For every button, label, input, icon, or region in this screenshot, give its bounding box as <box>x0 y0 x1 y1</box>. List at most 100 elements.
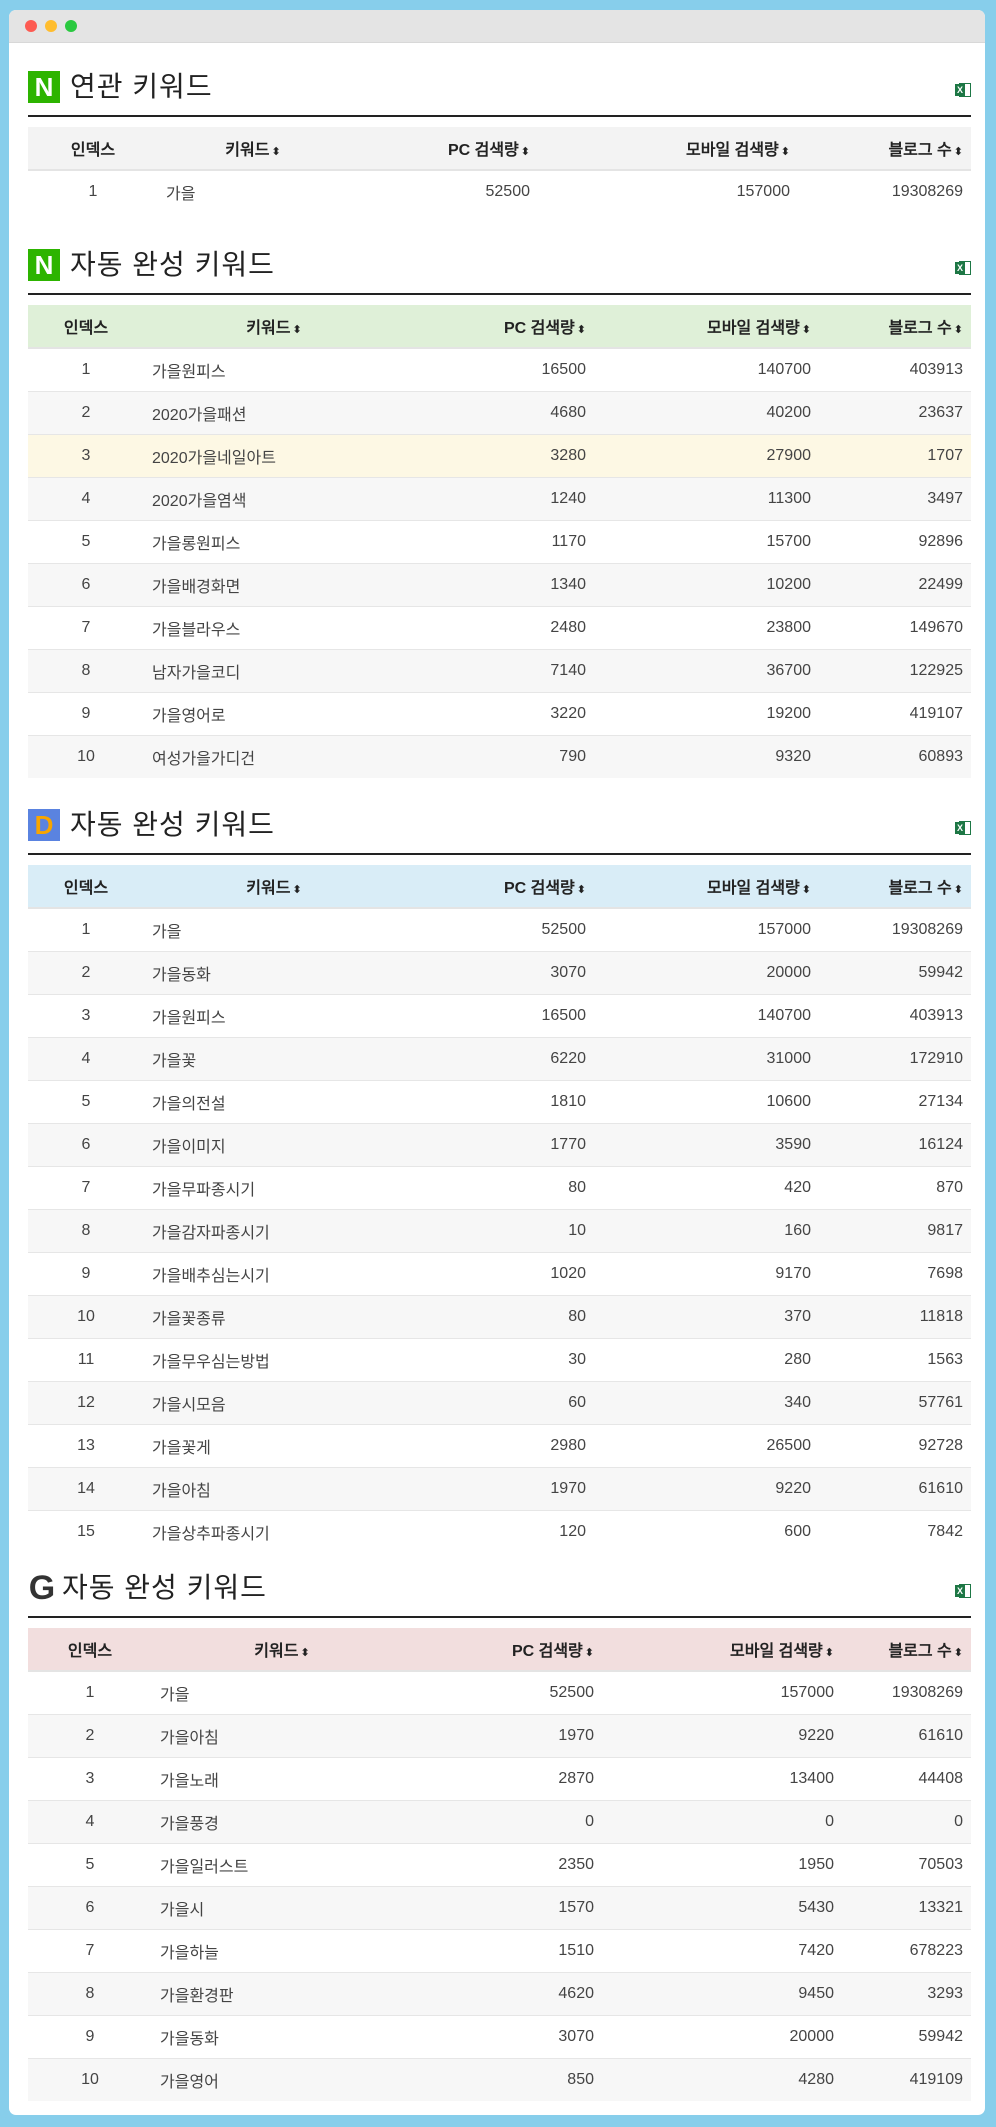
table-row: 7 가을블라우스 2480 23800 149670 <box>28 606 971 650</box>
cell-pc-volume: 2480 <box>404 606 594 650</box>
sort-icon[interactable]: ⬍ <box>300 1647 309 1659</box>
sort-icon[interactable]: ⬍ <box>802 324 811 336</box>
sort-icon[interactable]: ⬍ <box>292 324 301 336</box>
cell-keyword: 가을 <box>144 907 404 952</box>
sort-icon[interactable]: ⬍ <box>292 884 301 896</box>
close-window-button[interactable] <box>25 20 37 32</box>
cell-blog-count: 3497 <box>819 477 971 521</box>
keyword-table: 인덱스 키워드 ⬍ PC 검색량 ⬍ 모바일 검색량 ⬍ 블로그 수 ⬍ 1 가을 5250… <box>28 865 971 1553</box>
cell-index: 7 <box>28 606 144 650</box>
cell-keyword: 가을배추심는시기 <box>144 1252 404 1296</box>
sort-icon[interactable]: ⬍ <box>954 146 963 158</box>
cell-keyword: 가을무우심는방법 <box>144 1338 404 1382</box>
cell-blog-count: 59942 <box>819 951 971 995</box>
table-row: 11 가을무우심는방법 30 280 1563 <box>28 1338 971 1382</box>
column-header-blog[interactable]: 블로그 수 ⬍ <box>819 305 971 349</box>
cell-index: 1 <box>28 169 158 213</box>
column-header-mobile[interactable]: 모바일 검색량 ⬍ <box>594 305 819 349</box>
cell-blog-count: 13321 <box>842 1886 971 1930</box>
column-header-keyword[interactable]: 키워드 ⬍ <box>144 305 404 349</box>
cell-keyword: 가을아침 <box>152 1714 412 1758</box>
sort-icon[interactable]: ⬍ <box>954 884 963 896</box>
keyword-table: 인덱스 키워드 ⬍ PC 검색량 ⬍ 모바일 검색량 ⬍ 블로그 수 ⬍ 1 가을원피스 1… <box>28 305 971 778</box>
column-header-index: 인덱스 <box>28 127 158 171</box>
cell-mobile-volume: 26500 <box>594 1424 819 1468</box>
column-header-mobile[interactable]: 모바일 검색량 ⬍ <box>594 865 819 909</box>
table-row: 1 가을 52500 157000 19308269 <box>28 169 971 213</box>
cell-pc-volume: 2350 <box>412 1843 602 1887</box>
cell-keyword: 가을감자파종시기 <box>144 1209 404 1253</box>
cell-pc-volume: 2870 <box>412 1757 602 1801</box>
cell-index: 8 <box>28 1209 144 1253</box>
cell-pc-volume: 1170 <box>404 520 594 564</box>
sort-icon[interactable]: ⬍ <box>585 1647 594 1659</box>
column-header-mobile[interactable]: 모바일 검색량 ⬍ <box>602 1628 842 1672</box>
sort-icon[interactable]: ⬍ <box>802 884 811 896</box>
cell-keyword: 가을원피스 <box>144 994 404 1038</box>
cell-mobile-volume: 160 <box>594 1209 819 1253</box>
cell-keyword: 가을영어로 <box>144 692 404 736</box>
cell-keyword: 가을환경판 <box>152 1972 412 2016</box>
cell-mobile-volume: 10600 <box>594 1080 819 1124</box>
sort-icon[interactable]: ⬍ <box>271 146 280 158</box>
column-header-keyword[interactable]: 키워드 ⬍ <box>158 127 348 171</box>
column-header-keyword[interactable]: 키워드 ⬍ <box>144 865 404 909</box>
minimize-window-button[interactable] <box>45 20 57 32</box>
cell-mobile-volume: 36700 <box>594 649 819 693</box>
naver-logo-icon: N <box>28 71 60 103</box>
column-header-blog[interactable]: 블로그 수 ⬍ <box>842 1628 971 1672</box>
cell-pc-volume: 7140 <box>404 649 594 693</box>
cell-blog-count: 61610 <box>842 1714 971 1758</box>
sort-icon[interactable]: ⬍ <box>521 146 530 158</box>
cell-keyword: 2020가을네일아트 <box>144 434 404 478</box>
cell-pc-volume: 52500 <box>412 1670 602 1715</box>
excel-download-icon[interactable]: X <box>955 259 971 277</box>
cell-index: 10 <box>28 735 144 778</box>
column-header-mobile[interactable]: 모바일 검색량 ⬍ <box>538 127 798 171</box>
cell-index: 5 <box>28 1843 152 1887</box>
column-header-pc[interactable]: PC 검색량 ⬍ <box>404 865 594 909</box>
cell-keyword: 가을풍경 <box>152 1800 412 1844</box>
excel-download-icon[interactable]: X <box>955 1582 971 1600</box>
sort-icon[interactable]: ⬍ <box>954 1647 963 1659</box>
table-row: 13 가을꽃게 2980 26500 92728 <box>28 1424 971 1468</box>
column-header-blog[interactable]: 블로그 수 ⬍ <box>819 865 971 909</box>
table-row: 10 가을꽃종류 80 370 11818 <box>28 1295 971 1339</box>
cell-keyword: 가을롱원피스 <box>144 520 404 564</box>
cell-keyword: 가을동화 <box>144 951 404 995</box>
cell-pc-volume: 3220 <box>404 692 594 736</box>
cell-mobile-volume: 20000 <box>602 2015 842 2059</box>
column-header-pc[interactable]: PC 검색량 ⬍ <box>412 1628 602 1672</box>
column-header-pc[interactable]: PC 검색량 ⬍ <box>348 127 538 171</box>
cell-mobile-volume: 9170 <box>594 1252 819 1296</box>
sort-icon[interactable]: ⬍ <box>577 324 586 336</box>
cell-keyword: 가을영어 <box>152 2058 412 2101</box>
column-header-keyword[interactable]: 키워드 ⬍ <box>152 1628 412 1672</box>
cell-keyword: 가을 <box>158 169 348 213</box>
excel-download-icon[interactable]: X <box>955 819 971 837</box>
cell-pc-volume: 16500 <box>404 994 594 1038</box>
cell-blog-count: 403913 <box>819 347 971 392</box>
cell-keyword: 가을블라우스 <box>144 606 404 650</box>
cell-index: 14 <box>28 1467 144 1511</box>
sort-icon[interactable]: ⬍ <box>781 146 790 158</box>
column-header-pc[interactable]: PC 검색량 ⬍ <box>404 305 594 349</box>
sort-icon[interactable]: ⬍ <box>577 884 586 896</box>
cell-index: 7 <box>28 1166 144 1210</box>
column-header-blog[interactable]: 블로그 수 ⬍ <box>798 127 971 171</box>
cell-pc-volume: 30 <box>404 1338 594 1382</box>
sort-icon[interactable]: ⬍ <box>825 1647 834 1659</box>
table-row: 14 가을아침 1970 9220 61610 <box>28 1467 971 1511</box>
cell-pc-volume: 60 <box>404 1381 594 1425</box>
cell-mobile-volume: 9220 <box>594 1467 819 1511</box>
cell-index: 3 <box>28 1757 152 1801</box>
cell-pc-volume: 1340 <box>404 563 594 607</box>
cell-pc-volume: 1770 <box>404 1123 594 1167</box>
excel-download-icon[interactable]: X <box>955 81 971 99</box>
daum-logo-icon: D <box>28 809 60 841</box>
sort-icon[interactable]: ⬍ <box>954 324 963 336</box>
cell-blog-count: 1563 <box>819 1338 971 1382</box>
cell-pc-volume: 3070 <box>412 2015 602 2059</box>
maximize-window-button[interactable] <box>65 20 77 32</box>
cell-index: 1 <box>28 1670 152 1715</box>
